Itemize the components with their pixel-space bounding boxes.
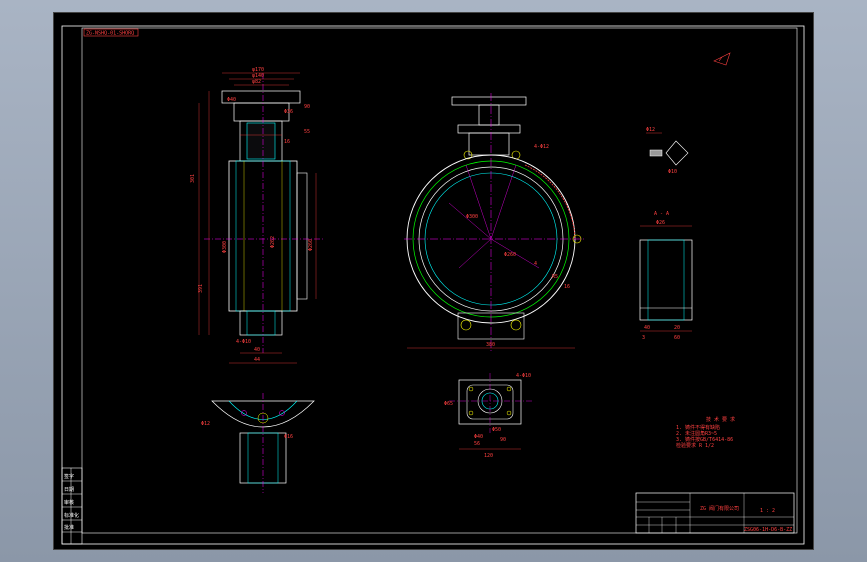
svg-text:Φ36: Φ36 [284, 109, 293, 115]
svg-text:技 术 要 求: 技 术 要 求 [706, 416, 735, 423]
left-sidebar-table: 签字 日期 审核 标准化 批准 [61, 467, 83, 545]
svg-text:4-Φ10: 4-Φ10 [236, 339, 251, 345]
svg-text:A - A: A - A [654, 211, 669, 217]
header-tag: ZG-NSHQ-01-SHORQ [83, 28, 139, 37]
svg-text:3: 3 [642, 335, 645, 341]
svg-text:90: 90 [304, 104, 310, 110]
svg-text:20: 20 [674, 325, 680, 331]
svg-text:Φ16: Φ16 [284, 434, 293, 440]
svg-text:Φ300: Φ300 [222, 241, 228, 253]
section-view: A - A Φ26 40 20 3 60 [639, 211, 693, 341]
flange-view: 4-Φ10 Φ65 Φ50 Φ40 90 56 120 [444, 373, 532, 459]
svg-text:Φ260: Φ260 [308, 239, 314, 251]
svg-text:ZG-NSHQ-01-SHORQ: ZG-NSHQ-01-SHORQ [86, 31, 134, 37]
svg-text:1. 铸件不得有缺陷: 1. 铸件不得有缺陷 [676, 424, 720, 431]
svg-text:Φ262: Φ262 [270, 236, 276, 248]
svg-text:日期: 日期 [64, 487, 74, 493]
svg-text:标准化: 标准化 [64, 512, 79, 519]
svg-text:55: 55 [304, 129, 310, 135]
svg-text:1 : 2: 1 : 2 [760, 508, 775, 514]
svg-text:391: 391 [198, 284, 204, 293]
technical-notes: 技 术 要 求 1. 铸件不得有缺陷 2. 未注圆角R3~5 3. 铸件按GB/… [676, 416, 735, 449]
svg-text:检验要求 R 1/2: 检验要求 R 1/2 [676, 442, 714, 449]
drawing-sheet: ZG-NSHQ-01-SHORQ 签字 日期 审核 标准化 批准 φ170 φ1… [54, 13, 813, 549]
svg-text:批准: 批准 [64, 524, 74, 531]
svg-text:2. 未注圆角R3~5: 2. 未注圆角R3~5 [676, 430, 717, 437]
svg-text:Φ260: Φ260 [504, 252, 516, 258]
svg-text:Φ40: Φ40 [474, 434, 483, 440]
svg-text:Φ65: Φ65 [444, 401, 453, 407]
svg-text:16: 16 [284, 139, 290, 145]
bottom-view: Φ12 Φ16 [201, 393, 315, 493]
svg-text:301: 301 [190, 174, 196, 183]
svg-text:Φ300: Φ300 [466, 214, 478, 220]
svg-text:4: 4 [534, 261, 537, 267]
svg-text:签字: 签字 [64, 473, 74, 480]
svg-text:Φ10: Φ10 [668, 169, 677, 175]
svg-text:4-Φ10: 4-Φ10 [516, 373, 531, 379]
svg-text:Φ12: Φ12 [646, 127, 655, 133]
svg-text:Φ12: Φ12 [201, 421, 210, 427]
svg-text:56: 56 [474, 441, 480, 447]
svg-text:380: 380 [486, 342, 495, 348]
svg-text:120: 120 [484, 453, 493, 459]
svg-text:R5: R5 [552, 274, 558, 280]
detail-view: Φ12 Φ10 [646, 52, 731, 175]
svg-text:40: 40 [254, 347, 260, 353]
side-view: φ170 φ140 φ82 Φ40 Φ36 90 55 16 301 391 Φ… [190, 67, 324, 364]
front-view: 4-Φ12 Φ300 Φ260 R5 4 380 16 [404, 93, 584, 353]
svg-text:φ82: φ82 [252, 79, 261, 85]
svg-text:ZG 阀门有限公司: ZG 阀门有限公司 [700, 505, 739, 512]
svg-text:3. 铸件按GB/T6414-86: 3. 铸件按GB/T6414-86 [676, 436, 733, 443]
svg-text:60: 60 [674, 335, 680, 341]
svg-text:44: 44 [254, 357, 260, 363]
svg-text:审核: 审核 [64, 499, 74, 506]
svg-text:16: 16 [564, 284, 570, 290]
svg-text:40: 40 [644, 325, 650, 331]
svg-text:4-Φ12: 4-Φ12 [534, 144, 549, 150]
svg-text:ZSG06-1H-D6-B-ZZ: ZSG06-1H-D6-B-ZZ [744, 527, 792, 533]
svg-text:Φ40: Φ40 [227, 97, 236, 103]
svg-text:Φ50: Φ50 [492, 427, 501, 433]
cad-drawing: ZG-NSHQ-01-SHORQ 签字 日期 审核 标准化 批准 φ170 φ1… [61, 25, 805, 545]
outer-frame [61, 25, 805, 545]
svg-text:Φ26: Φ26 [656, 220, 665, 226]
svg-text:90: 90 [500, 437, 506, 443]
title-block: ZG 阀门有限公司 1 : 2 ZSG06-1H-D6-B-ZZ [635, 492, 795, 534]
